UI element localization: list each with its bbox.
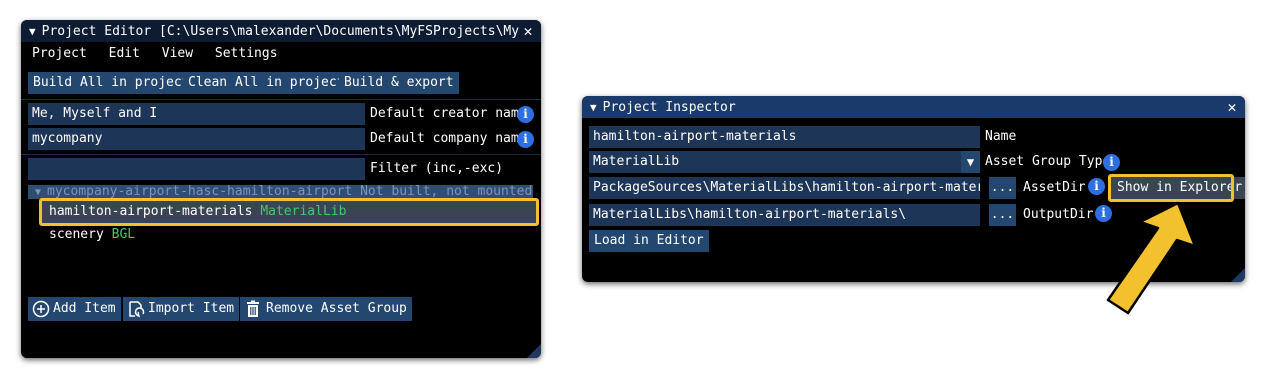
info-icon[interactable]: i [517,131,534,148]
menu-settings[interactable]: Settings [215,46,278,61]
filter-input[interactable] [28,158,365,180]
tree-expand-icon: ▼ [35,187,42,198]
menu-edit[interactable]: Edit [109,46,140,61]
import-item-label: Import Item [148,301,235,316]
project-editor-titlebar[interactable]: ▼ Project Editor [C:\Users\malexander\Do… [21,20,541,42]
menu-view[interactable]: View [162,46,193,61]
tree-header[interactable]: ▼ mycompany-airport-hasc-hamilton-airport… [28,185,533,199]
company-name-input[interactable]: mycompany [28,128,365,150]
list-item[interactable]: scenery BGL [49,225,135,245]
list-item-type: BGL [111,227,136,242]
list-item-name: scenery [49,227,104,242]
load-in-editor-button[interactable]: Load in Editor [589,230,709,252]
asset-dir-label: AssetDir [1023,180,1086,195]
remove-asset-group-button[interactable]: Remove Asset Group [240,297,412,321]
clean-all-button[interactable]: Clean All in project [183,72,350,94]
asset-dir-browse-button[interactable]: ... [989,177,1016,199]
divider [21,99,541,100]
project-inspector-title: Project Inspector [602,99,736,115]
close-icon[interactable]: ✕ [1223,98,1241,116]
collapse-triangle-icon[interactable]: ▼ [29,25,36,38]
add-item-button[interactable]: Add Item [28,297,121,321]
name-input[interactable]: hamilton-airport-materials [589,126,980,148]
menu-project[interactable]: Project [32,46,87,61]
remove-asset-group-label: Remove Asset Group [266,301,407,316]
info-icon[interactable]: i [1103,154,1120,171]
output-dir-input[interactable]: MaterialLibs\hamilton-airport-materials\ [589,204,980,226]
asset-group-type-label: Asset Group Type [985,154,1111,169]
creator-name-label: Default creator name [370,106,527,121]
dropdown-arrow-icon[interactable]: ▼ [961,151,980,173]
highlight-box [39,198,539,226]
import-icon [129,300,145,317]
filter-label: Filter (inc,-exc) [370,161,504,176]
creator-name-input[interactable]: Me, Myself and I [28,103,365,125]
project-editor-window: ▼ Project Editor [C:\Users\malexander\Do… [21,20,541,358]
info-icon[interactable]: i [1095,205,1112,222]
divider [21,154,541,155]
project-editor-title: Project Editor [C:\Users\malexander\Docu… [41,23,519,39]
menu-bar: Project Edit View Settings [32,44,292,64]
trash-icon [247,300,259,317]
info-icon[interactable]: i [1088,178,1105,195]
resize-grip[interactable] [1231,268,1245,282]
tree-header-label: mycompany-airport-hasc-hamilton-airport … [47,185,533,199]
resize-grip[interactable] [527,344,541,358]
import-item-button[interactable]: Import Item [123,297,240,321]
company-name-label: Default company name [370,131,527,146]
build-export-button[interactable]: Build & export [339,72,459,94]
close-icon[interactable]: ✕ [519,22,537,40]
info-icon[interactable]: i [517,106,534,123]
build-all-button[interactable]: Build All in project [28,72,195,94]
project-inspector-titlebar[interactable]: ▼ Project Inspector ✕ [582,96,1245,118]
highlight-box [1108,174,1234,202]
output-dir-browse-button[interactable]: ... [989,204,1016,226]
asset-dir-input[interactable]: PackageSources\MaterialLibs\hamilton-air… [589,177,980,199]
name-label: Name [985,129,1017,144]
add-item-label: Add Item [53,301,116,316]
project-inspector-window: ▼ Project Inspector ✕ hamilton-airport-m… [582,96,1245,282]
asset-group-type-select[interactable]: MaterialLib [589,151,961,173]
output-dir-label: OutputDir [1023,207,1094,222]
plus-circle-icon [32,300,50,317]
collapse-triangle-icon[interactable]: ▼ [590,101,597,114]
